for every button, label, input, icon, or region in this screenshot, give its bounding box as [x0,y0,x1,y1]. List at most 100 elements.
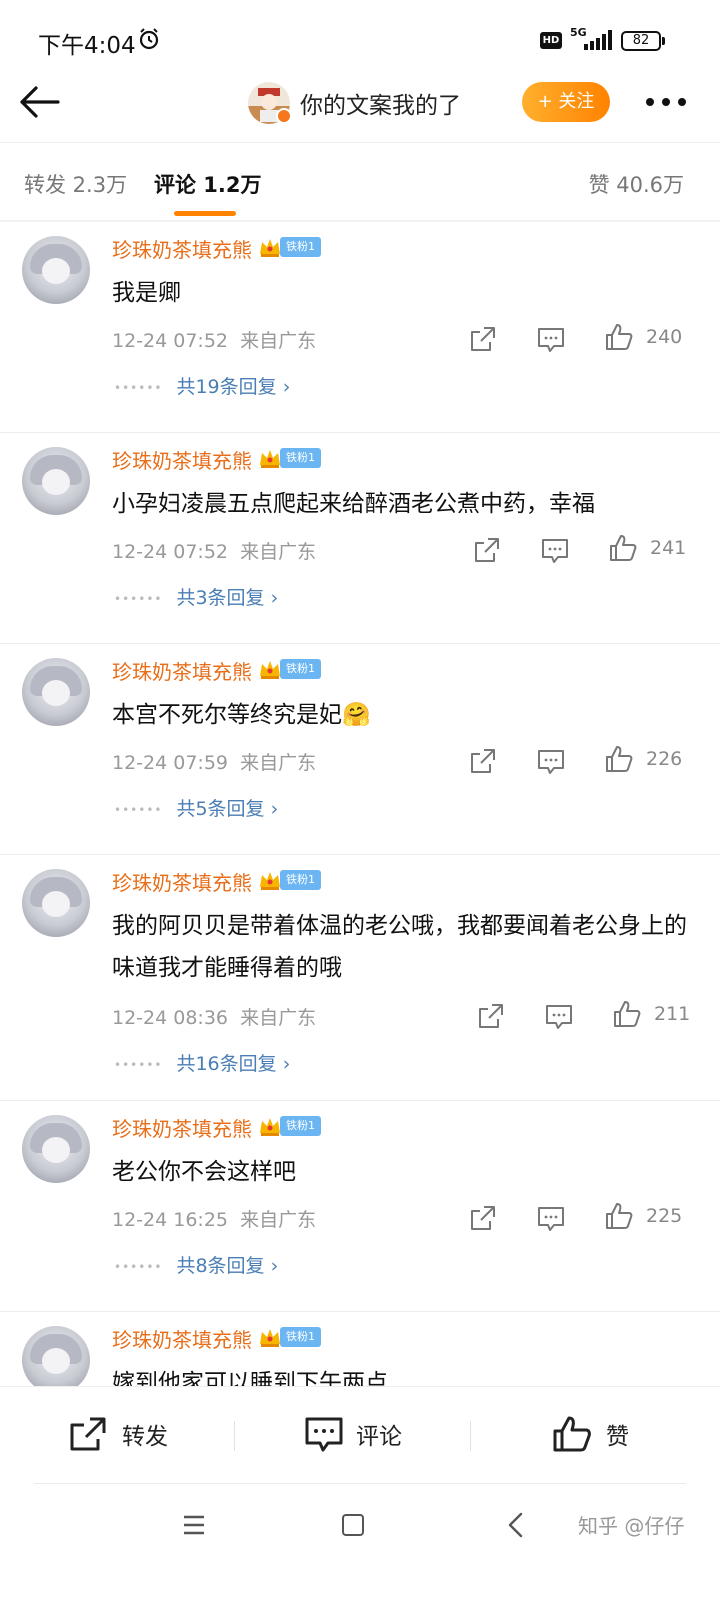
comment-bubble-icon[interactable] [544,1001,574,1031]
crown-icon [260,239,280,257]
hd-badge: HD [540,32,562,49]
share-icon[interactable] [476,1001,506,1031]
comment-bubble-icon[interactable] [540,535,570,565]
comment-bubble-icon[interactable] [304,1415,344,1453]
crown-icon [260,1118,280,1136]
fan-badge: 铁粉1 [280,870,321,890]
thumbs-up-icon[interactable] [604,1201,634,1231]
comment-bubble-icon[interactable] [536,324,566,354]
alarm-icon [139,28,159,50]
tab-bar: 转发 2.3万 评论 1.2万 赞 40.6万 [0,142,720,220]
tab-repost[interactable]: 转发 2.3万 [24,169,127,199]
menu-icon[interactable] [182,1514,206,1536]
comment-list[interactable]: 珍珠奶茶填充熊 铁粉1 我是卿 12-24 07:52 来自广东 240 •••… [0,222,720,1388]
battery-indicator: 82 [621,31,661,51]
reply-link[interactable]: •••••• 共5条回复 › [114,794,278,821]
comment-location: 来自广东 [240,541,317,563]
like-count: 240 [646,326,683,348]
avatar[interactable] [22,1326,90,1388]
tab-active-indicator [174,211,236,216]
share-icon[interactable] [472,535,502,565]
divider [470,1421,471,1451]
comment-username[interactable]: 珍珠奶茶填充熊 [112,234,252,263]
reply-link[interactable]: •••••• 共3条回复 › [114,583,278,610]
repost-button[interactable]: 转发 [122,1417,168,1451]
fan-badge: 铁粉1 [280,237,321,257]
share-icon[interactable] [468,746,498,776]
comment-location: 来自广东 [240,752,317,774]
comment-meta: 12-24 07:52 来自广东 [112,537,316,564]
fan-badge: 铁粉1 [280,659,321,679]
avatar[interactable] [22,236,90,304]
thumbs-up-icon[interactable] [552,1415,592,1453]
comment-item: 珍珠奶茶填充熊 铁粉1 本宫不死尔等终究是妃🤗 12-24 07:59 来自广东… [0,644,720,855]
verified-badge-icon [276,108,292,124]
avatar[interactable] [22,447,90,515]
comment-time: 12-24 07:52 [112,330,229,352]
comment-item: 珍珠奶茶填充熊 铁粉1 我是卿 12-24 07:52 来自广东 240 •••… [0,222,720,433]
comment-username[interactable]: 珍珠奶茶填充熊 [112,445,252,474]
comment-text: 我是卿 [112,280,181,306]
thumbs-up-icon[interactable] [604,744,634,774]
system-nav-bar: 知乎 @仔仔 [0,1484,720,1600]
avatar[interactable] [22,869,90,937]
comment-location: 来自广东 [240,1209,317,1231]
thumbs-up-icon[interactable] [604,322,634,352]
like-count: 226 [646,748,683,770]
fan-badge: 铁粉1 [280,1116,321,1136]
thumbs-up-icon[interactable] [608,533,638,563]
comment-text: 我的阿贝贝是带着体温的老公哦，我都要闻着老公身上的味道我才能睡得着的哦 [112,913,687,981]
comment-username[interactable]: 珍珠奶茶填充熊 [112,1324,252,1353]
more-dots-icon[interactable] [644,92,688,112]
back-arrow-icon[interactable] [18,84,62,120]
comment-item: 珍珠奶茶填充熊 铁粉1 老公你不会这样吧 12-24 16:25 来自广东 22… [0,1101,720,1312]
comment-meta: 12-24 07:52 来自广东 [112,326,316,353]
like-count: 225 [646,1205,683,1227]
comment-bubble-icon[interactable] [536,746,566,776]
tab-comment[interactable]: 评论 1.2万 [154,169,262,199]
comment-time: 12-24 08:36 [112,1007,229,1029]
share-icon[interactable] [468,324,498,354]
comment-location: 来自广东 [240,330,317,352]
comment-item: 珍珠奶茶填充熊 铁粉1 小孕妇凌晨五点爬起来给醉酒老公煮中药，幸福 12-24 … [0,433,720,644]
avatar[interactable] [22,1115,90,1183]
comment-meta: 12-24 16:25 来自广东 [112,1205,316,1232]
comment-username[interactable]: 珍珠奶茶填充熊 [112,656,252,685]
comment-username[interactable]: 珍珠奶茶填充熊 [112,1113,252,1142]
comment-username[interactable]: 珍珠奶茶填充熊 [112,867,252,896]
page-title[interactable]: 你的文案我的了 [300,86,461,120]
comment-item: 珍珠奶茶填充熊 铁粉1 嫁到他家可以睡到下午两点 [0,1312,720,1388]
comment-text: 小孕妇凌晨五点爬起来给醉酒老公煮中药，幸福 [112,491,595,517]
comment-time: 12-24 07:52 [112,541,229,563]
fan-badge: 铁粉1 [280,448,321,468]
like-button[interactable]: 赞 [606,1417,629,1451]
divider [234,1421,235,1451]
comment-text: 本宫不死尔等终究是妃🤗 [112,702,371,728]
share-icon[interactable] [468,1203,498,1233]
comment-text: 老公你不会这样吧 [112,1159,296,1185]
reply-link[interactable]: •••••• 共8条回复 › [114,1251,278,1278]
signal-icon [584,30,612,50]
status-time: 下午4:04 [38,33,136,59]
battery-tip [662,37,665,45]
thumbs-up-icon[interactable] [612,999,642,1029]
reply-link[interactable]: •••••• 共16条回复 › [114,1049,290,1076]
action-bar: 转发 评论 赞 [0,1386,720,1484]
crown-icon [260,1329,280,1347]
back-chevron-icon[interactable] [506,1512,524,1538]
comment-meta: 12-24 08:36 来自广东 [112,1003,316,1030]
comment-bubble-icon[interactable] [536,1203,566,1233]
comment-time: 12-24 16:25 [112,1209,229,1231]
home-icon[interactable] [342,1514,364,1536]
share-icon[interactable] [68,1415,108,1453]
crown-icon [260,872,280,890]
watermark: 知乎 @仔仔 [578,1514,685,1538]
comment-button[interactable]: 评论 [356,1417,402,1451]
header: 你的文案我的了 + 关注 [0,70,720,134]
tab-like[interactable]: 赞 40.6万 [589,169,684,199]
like-count: 241 [650,537,687,559]
follow-button[interactable]: + 关注 [522,82,610,122]
reply-link[interactable]: •••••• 共19条回复 › [114,372,290,399]
comment-location: 来自广东 [240,1007,317,1029]
avatar[interactable] [22,658,90,726]
